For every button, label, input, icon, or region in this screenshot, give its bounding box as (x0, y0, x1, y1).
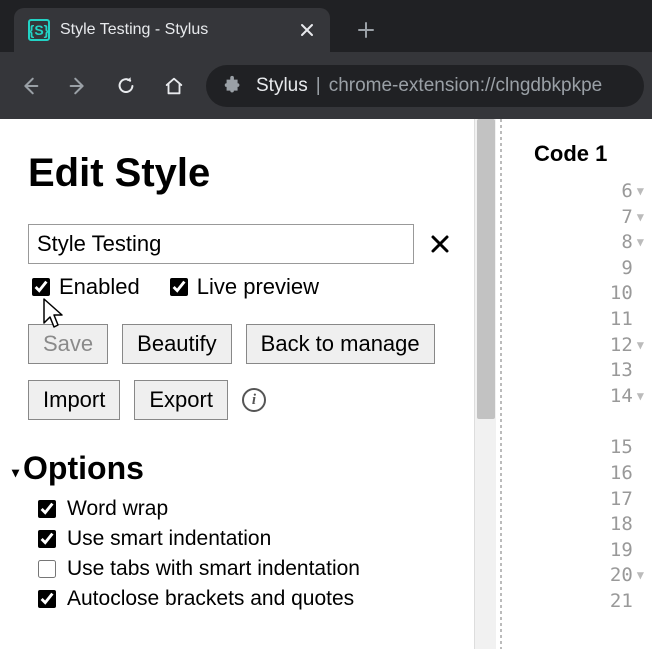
scrollbar-thumb[interactable] (477, 119, 495, 419)
save-button[interactable]: Save (28, 324, 108, 364)
option-checkbox-input[interactable] (38, 590, 56, 608)
enabled-label: Enabled (59, 274, 140, 300)
address-separator: | (316, 75, 321, 97)
nav-home-button[interactable] (152, 64, 196, 108)
line-number[interactable]: 9▼ (506, 256, 644, 282)
line-number[interactable]: 8▼ (506, 230, 644, 256)
fold-marker-icon[interactable]: ▼ (637, 179, 644, 205)
live-preview-checkbox-input[interactable] (170, 278, 188, 296)
io-button-row: Import Export i (28, 380, 450, 420)
option-label: Use tabs with smart indentation (67, 557, 360, 581)
address-bar[interactable]: Stylus | chrome-extension://clngdbkpkpe (206, 65, 644, 107)
browser-tab[interactable]: {S} Style Testing - Stylus (14, 8, 330, 52)
fold-marker-icon[interactable]: ▼ (637, 230, 644, 256)
option-item[interactable]: Use tabs with smart indentation (34, 557, 450, 581)
option-checkbox-input[interactable] (38, 530, 56, 548)
line-number[interactable]: 13▼ (506, 358, 644, 384)
fold-marker-icon[interactable]: ▼ (637, 205, 644, 231)
line-number[interactable]: 10▼ (506, 281, 644, 307)
line-number[interactable]: 20▼ (506, 563, 644, 589)
tab-strip: {S} Style Testing - Stylus (0, 0, 652, 52)
line-number-gutter[interactable]: 6▼7▼8▼9▼10▼11▼12▼13▼14▼ 15▼16▼17▼18▼19▼20… (506, 179, 652, 615)
address-prefix: Stylus (256, 75, 308, 97)
options-section-header[interactable]: Options (12, 450, 450, 487)
fold-marker-icon[interactable]: ▼ (637, 333, 644, 359)
line-number[interactable]: 19▼ (506, 538, 644, 564)
line-number[interactable]: 15▼ (506, 435, 644, 461)
style-name-input[interactable] (28, 224, 414, 264)
option-item[interactable]: Use smart indentation (34, 527, 450, 551)
flags-row: Enabled Live preview (28, 274, 450, 300)
back-to-manage-button[interactable]: Back to manage (246, 324, 435, 364)
style-name-row (28, 224, 450, 264)
option-checkbox-input[interactable] (38, 560, 56, 578)
options-list: Word wrap Use smart indentation Use tabs w… (34, 497, 450, 611)
line-number[interactable]: 16▼ (506, 461, 644, 487)
nav-forward-button[interactable] (56, 64, 100, 108)
page-title: Edit Style (28, 151, 450, 196)
sidebar-scrollbar[interactable] (474, 119, 496, 649)
editor-sidebar: Edit Style Enabled Live preview Save Bea… (0, 119, 474, 649)
line-number[interactable]: 14▼ (506, 384, 644, 410)
option-checkbox-input[interactable] (38, 500, 56, 518)
new-tab-button[interactable] (356, 20, 376, 40)
code-section-title: Code 1 (506, 141, 652, 167)
live-preview-label: Live preview (197, 274, 319, 300)
line-number[interactable]: 6▼ (506, 179, 644, 205)
line-number[interactable]: 17▼ (506, 487, 644, 513)
nav-back-button[interactable] (8, 64, 52, 108)
import-button[interactable]: Import (28, 380, 120, 420)
enabled-checkbox-input[interactable] (32, 278, 50, 296)
fold-marker-icon[interactable]: ▼ (637, 563, 644, 589)
tab-close-button[interactable] (298, 21, 316, 39)
stylus-favicon: {S} (28, 19, 50, 41)
option-label: Word wrap (67, 497, 168, 521)
browser-chrome: {S} Style Testing - Stylus Stylus | (0, 0, 652, 119)
export-button[interactable]: Export (134, 380, 228, 420)
line-number[interactable]: 7▼ (506, 205, 644, 231)
enabled-checkbox[interactable]: Enabled (28, 274, 140, 300)
clear-name-button[interactable] (430, 234, 450, 254)
line-number[interactable]: 21▼ (506, 589, 644, 615)
tab-title: Style Testing - Stylus (60, 21, 298, 39)
live-preview-checkbox[interactable]: Live preview (166, 274, 319, 300)
primary-button-row: Save Beautify Back to manage (28, 324, 450, 364)
fold-marker-icon[interactable]: ▼ (637, 384, 644, 410)
option-item[interactable]: Word wrap (34, 497, 450, 521)
browser-toolbar: Stylus | chrome-extension://clngdbkpkpe (0, 52, 652, 119)
code-pane: Code 1 6▼7▼8▼9▼10▼11▼12▼13▼14▼15▼16▼17▼1… (506, 119, 652, 649)
splitter-dots-icon (500, 119, 502, 649)
splitter[interactable] (496, 119, 506, 649)
option-label: Autoclose brackets and quotes (67, 587, 354, 611)
line-number[interactable]: 18▼ (506, 512, 644, 538)
extension-icon (222, 75, 244, 97)
line-number[interactable]: 11▼ (506, 307, 644, 333)
option-label: Use smart indentation (67, 527, 271, 551)
option-item[interactable]: Autoclose brackets and quotes (34, 587, 450, 611)
info-icon[interactable]: i (242, 388, 266, 412)
address-path: chrome-extension://clngdbkpkpe (329, 75, 603, 97)
page-content: Edit Style Enabled Live preview Save Bea… (0, 119, 652, 649)
nav-reload-button[interactable] (104, 64, 148, 108)
line-number[interactable]: 12▼ (506, 333, 644, 359)
beautify-button[interactable]: Beautify (122, 324, 232, 364)
